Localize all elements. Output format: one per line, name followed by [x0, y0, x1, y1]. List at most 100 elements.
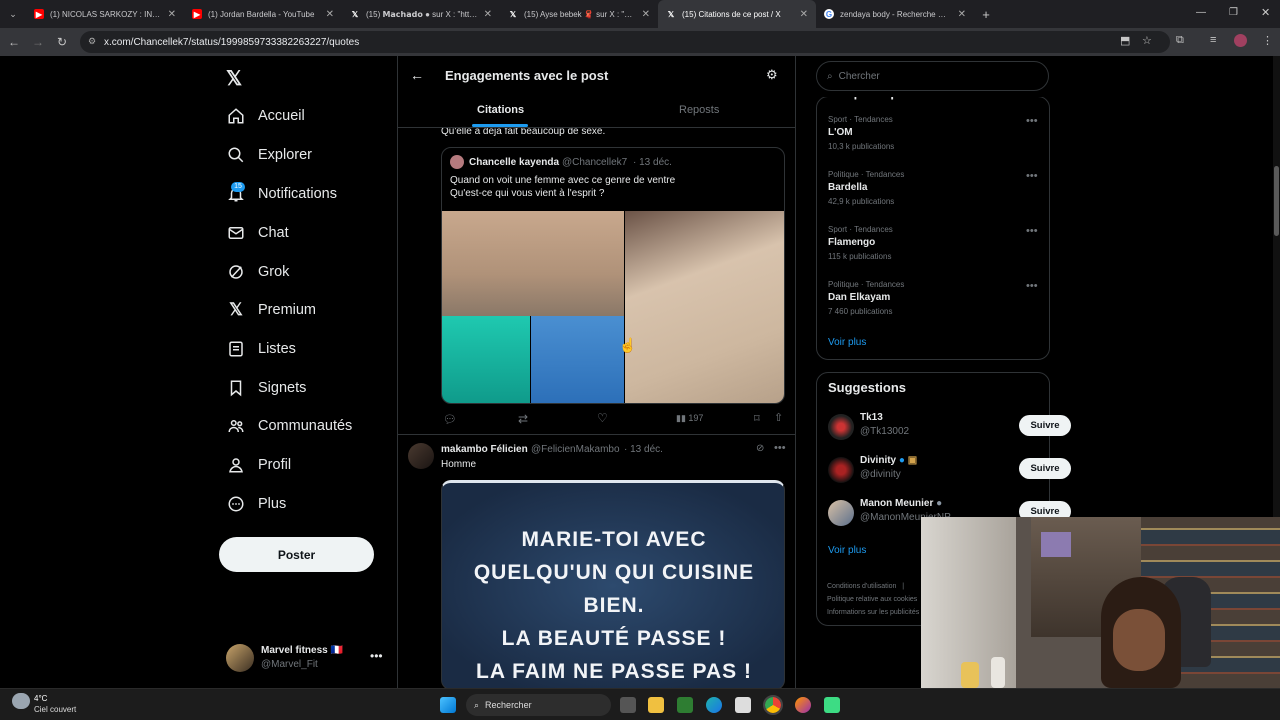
tab-reposts[interactable]: Reposts: [679, 104, 719, 116]
close-icon[interactable]: ✕: [326, 9, 334, 20]
nvidia-icon[interactable]: [677, 697, 693, 713]
search-icon: ⌕: [474, 699, 480, 710]
more-options-icon[interactable]: •••: [774, 442, 786, 454]
menu-icon[interactable]: ⋮: [1262, 34, 1273, 47]
see-more-link[interactable]: Voir plus: [828, 337, 866, 348]
minimize-button[interactable]: —: [1196, 7, 1206, 18]
search-input[interactable]: ⌕ Chercher: [816, 61, 1049, 91]
nav-item-listes[interactable]: Listes: [226, 335, 296, 363]
new-tab-button[interactable]: +: [974, 7, 998, 22]
close-icon[interactable]: ✕: [958, 9, 966, 20]
trend-item[interactable]: Politique · Tendances Bardella 42,9 k publ…: [828, 170, 1028, 206]
back-arrow-icon[interactable]: ←: [410, 67, 424, 83]
weather-label[interactable]: Ciel couvert: [34, 705, 76, 714]
more-options-icon[interactable]: •••: [1026, 225, 1038, 237]
search-icon: ⌕: [827, 70, 833, 82]
profile-avatar-icon[interactable]: [1234, 34, 1247, 47]
site-info-icon[interactable]: ⚙: [88, 36, 96, 47]
filter-settings-icon[interactable]: ⚙: [766, 67, 778, 83]
weather-icon[interactable]: [12, 693, 30, 709]
more-options-icon[interactable]: •••: [1026, 280, 1038, 292]
weather-temp[interactable]: 4°C: [34, 694, 47, 703]
reload-icon[interactable]: ↻: [50, 35, 74, 49]
post-author-name[interactable]: makambo Félicien: [441, 444, 528, 455]
chrome-icon[interactable]: [763, 695, 783, 715]
post-author-handle[interactable]: @FelicienMakambo: [531, 444, 620, 455]
browser-tab[interactable]: ▶ (1) Jordan Bardella - YouTube ✕: [184, 0, 342, 28]
quoted-image[interactable]: [442, 211, 784, 403]
x-icon: 𝕏: [667, 9, 675, 19]
grok-icon[interactable]: ⊘: [756, 443, 764, 454]
post-text: Homme: [441, 459, 477, 470]
repost-icon[interactable]: ⇄: [518, 412, 528, 426]
footer-link[interactable]: Politique relative aux cookies: [827, 596, 919, 603]
like-icon[interactable]: ♡: [597, 411, 608, 425]
trend-item[interactable]: Politique · Tendances Dan Elkayam 7 460 pu…: [828, 280, 1028, 316]
nav-item-accueil[interactable]: Accueil: [226, 102, 305, 130]
store-icon[interactable]: [735, 697, 751, 713]
bookmark-star-icon[interactable]: ☆: [1142, 34, 1152, 47]
browser-tab[interactable]: Gzendaya body - Recherche Goo ✕: [816, 0, 974, 28]
url-input[interactable]: ⚙ x.com/Chancellek7/status/1999859733382…: [80, 31, 1170, 53]
account-switcher[interactable]: Marvel fitness 🇫🇷 @Marvel_Fit •••: [226, 643, 386, 675]
post-button[interactable]: Poster: [219, 537, 374, 572]
edge-icon[interactable]: [706, 697, 722, 713]
search-icon: [226, 145, 246, 165]
nav-item-plus[interactable]: Plus: [226, 490, 286, 518]
nav-item-communautes[interactable]: Communautés: [226, 412, 352, 440]
more-options-icon[interactable]: •••: [1026, 115, 1038, 127]
nav-item-premium[interactable]: 𝕏 Premium: [226, 296, 316, 324]
views-count[interactable]: ▮▮ 197: [676, 413, 703, 424]
follow-button[interactable]: Suivre: [1019, 415, 1071, 436]
forward-icon[interactable]: →: [26, 35, 50, 49]
scrollbar-thumb[interactable]: [1274, 166, 1279, 236]
browser-tab[interactable]: 𝕏 (15) 𝗠𝗮𝗰𝗵𝗮𝗱𝗼 ● sur X : "https: ✕: [342, 0, 500, 28]
file-explorer-icon[interactable]: [648, 697, 664, 713]
see-more-link[interactable]: Voir plus: [828, 545, 866, 556]
share-icon[interactable]: ⇧: [774, 411, 783, 424]
close-icon[interactable]: ✕: [642, 9, 650, 20]
close-icon[interactable]: ✕: [168, 9, 176, 20]
app-icon[interactable]: [824, 697, 840, 713]
nav-item-chat[interactable]: Chat: [226, 219, 289, 247]
nav-item-profil[interactable]: Profil: [226, 451, 291, 479]
page-header: ← Engagements avec le post ⚙ Citations R…: [398, 56, 795, 128]
more-options-icon[interactable]: •••: [1026, 170, 1038, 182]
follow-button[interactable]: Suivre: [1019, 458, 1071, 479]
trend-item[interactable]: Sport · Tendances L'OM 10,3 k publications: [828, 115, 1028, 151]
close-window-button[interactable]: ✕: [1261, 6, 1270, 19]
suggestion-item[interactable]: Tk13 @Tk13002 Suivre: [828, 412, 1071, 444]
tab-citations[interactable]: Citations: [477, 104, 524, 116]
more-options-icon[interactable]: •••: [370, 649, 383, 663]
start-icon[interactable]: [440, 697, 456, 713]
x-logo-icon[interactable]: 𝕏: [226, 66, 242, 91]
trend-item[interactable]: Sport · Tendances Flamengo 115 k publicati…: [828, 225, 1028, 261]
post-date[interactable]: · 13 déc.: [624, 444, 663, 455]
task-view-icon[interactable]: [620, 697, 636, 713]
browser-tab-active[interactable]: 𝕏 (15) Citations de ce post / X ✕: [658, 0, 816, 28]
install-app-icon[interactable]: ⬒: [1120, 34, 1130, 47]
avatar[interactable]: [408, 443, 434, 469]
footer-link[interactable]: Informations sur les publicités: [827, 609, 919, 616]
suggestion-item[interactable]: Divinity ● ▣ @divinity Suivre: [828, 455, 1071, 487]
youtube-icon: ▶: [34, 9, 44, 19]
reading-list-icon[interactable]: ≡: [1210, 34, 1216, 46]
taskbar-search[interactable]: ⌕ Rechercher: [466, 694, 611, 716]
firefox-icon[interactable]: [795, 697, 811, 713]
reply-icon[interactable]: 💬︎: [443, 413, 457, 426]
back-icon[interactable]: ←: [2, 35, 26, 49]
footer-link[interactable]: Conditions d'utilisation: [827, 583, 896, 590]
browser-tab[interactable]: 𝕏 (15) Ayse bebek 🧣 sur X : "@M ✕: [500, 0, 658, 28]
post-image[interactable]: MARIE-TOI AVEC QUELQU'UN QUI CUISINE BIE…: [441, 480, 785, 688]
bookmark-icon[interactable]: ⌑: [754, 412, 760, 425]
close-icon[interactable]: ✕: [484, 9, 492, 20]
extensions-icon[interactable]: ⧉: [1176, 34, 1184, 47]
nav-item-explorer[interactable]: Explorer: [226, 141, 312, 169]
tab-list-button[interactable]: ⌄: [0, 9, 26, 20]
maximize-button[interactable]: ❐: [1229, 7, 1238, 18]
nav-item-signets[interactable]: Signets: [226, 374, 306, 402]
browser-tab[interactable]: ▶(1) NICOLAS SARKOZY : INTERVI✕: [26, 0, 184, 28]
nav-item-grok[interactable]: Grok: [226, 258, 289, 286]
quoted-post[interactable]: Chancelle kayenda @Chancellek7 · 13 déc.…: [441, 147, 785, 404]
close-icon[interactable]: ✕: [800, 9, 808, 20]
